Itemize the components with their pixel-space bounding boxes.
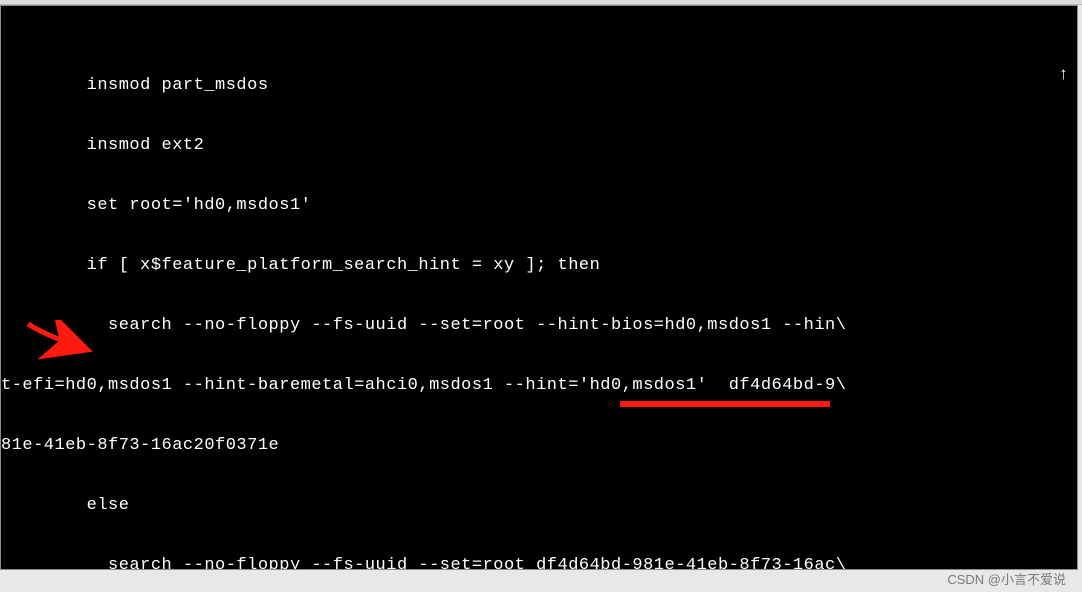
editor-line: else [1, 496, 1077, 516]
window-frame: insmod part_msdos insmod ext2 set root='… [0, 0, 1082, 592]
editor-line: insmod part_msdos [1, 76, 1077, 96]
editor-line: set root='hd0,msdos1' [1, 196, 1077, 216]
editor-line: insmod ext2 [1, 136, 1077, 156]
scroll-up-indicator-icon: ↑ [1058, 66, 1069, 86]
editor-line: 81e-41eb-8f73-16ac20f0371e [1, 436, 1077, 456]
watermark-text: CSDN @小言不爱说 [947, 569, 1066, 588]
editor-line: if [ x$feature_platform_search_hint = xy… [1, 256, 1077, 276]
grub-editor-terminal[interactable]: insmod part_msdos insmod ext2 set root='… [0, 5, 1078, 570]
editor-line: search --no-floppy --fs-uuid --set=root … [1, 316, 1077, 336]
editor-line: search --no-floppy --fs-uuid --set=root … [1, 556, 1077, 570]
editor-line: t-efi=hd0,msdos1 --hint-baremetal=ahci0,… [1, 376, 1077, 396]
